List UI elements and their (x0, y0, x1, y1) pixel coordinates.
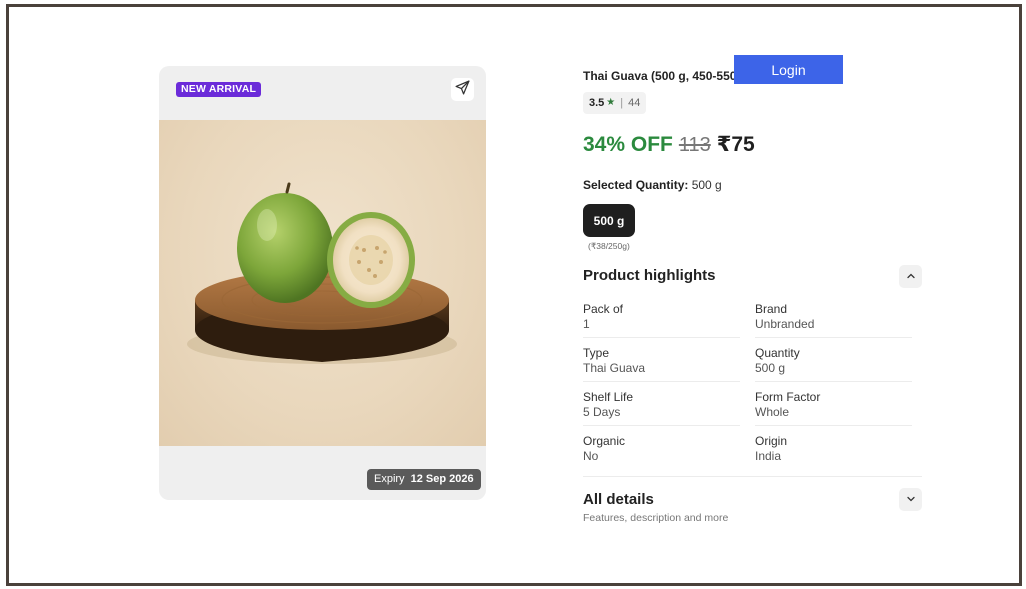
highlight-item: Origin India (755, 434, 912, 469)
highlight-value: Unbranded (755, 317, 815, 331)
highlight-value: 1 (583, 317, 590, 331)
share-icon (454, 79, 471, 101)
product-highlights-title: Product highlights (583, 267, 716, 284)
highlight-value: 500 g (755, 361, 786, 375)
highlight-label: Form Factor (755, 390, 821, 404)
chevron-up-icon (906, 268, 916, 286)
selected-quantity-value: 500 g (691, 178, 722, 192)
rating-count: 44 (628, 97, 641, 109)
highlight-item: Quantity 500 g (755, 346, 912, 382)
share-button[interactable] (451, 78, 474, 101)
highlight-value: India (755, 449, 782, 463)
price-row: 34% OFF 113 ₹75 (583, 132, 755, 157)
rating-separator: | (620, 97, 624, 109)
rating-badge[interactable]: 3.5 ★ | 44 (583, 92, 647, 114)
highlight-item: Brand Unbranded (755, 302, 912, 338)
highlight-value: Whole (755, 405, 790, 419)
selling-price: ₹75 (716, 133, 755, 156)
mrp-price: 113 (678, 134, 711, 156)
highlight-label: Organic (583, 434, 626, 448)
expiry-label: Expiry (374, 473, 405, 485)
highlights-collapse-button[interactable] (899, 265, 922, 288)
new-arrival-badge: NEW ARRIVAL (176, 82, 262, 97)
highlight-label: Quantity (755, 346, 800, 360)
selected-quantity: Selected Quantity: 500 g (583, 178, 722, 192)
login-button[interactable]: Login (734, 55, 843, 84)
selected-quantity-label: Selected Quantity: (583, 178, 689, 192)
highlight-label: Origin (755, 434, 788, 448)
highlight-item: Pack of 1 (583, 302, 740, 338)
quantity-option-500g[interactable]: 500 g (583, 204, 635, 237)
all-details-subtitle: Features, description and more (583, 512, 729, 524)
star-icon: ★ (606, 97, 616, 108)
expiry-date: 12 Sep 2026 (410, 473, 474, 485)
product-image[interactable] (159, 120, 486, 446)
product-media-card: NEW ARRIVAL Expiry 12 Sep 2026 (159, 66, 486, 500)
product-title: Thai Guava (500 g, 450-550 (583, 69, 737, 83)
highlight-value: 5 Days (583, 405, 621, 419)
highlight-value: No (583, 449, 599, 463)
expiry-badge: Expiry 12 Sep 2026 (367, 469, 481, 490)
highlight-value: Thai Guava (583, 361, 646, 375)
section-divider (583, 476, 922, 477)
highlight-item: Shelf Life 5 Days (583, 390, 740, 426)
highlight-item: Form Factor Whole (755, 390, 912, 426)
highlight-label: Brand (755, 302, 788, 316)
guava-illustration (187, 182, 457, 364)
discount-label: 34% OFF (583, 133, 673, 156)
all-details-title[interactable]: All details (583, 491, 654, 508)
highlight-item: Type Thai Guava (583, 346, 740, 382)
unit-price: (₹38/250g) (588, 241, 630, 251)
highlight-label: Pack of (583, 302, 624, 316)
highlight-label: Shelf Life (583, 390, 634, 404)
highlight-label: Type (583, 346, 610, 360)
rating-score: 3.5 (589, 97, 605, 109)
all-details-expand-button[interactable] (899, 488, 922, 511)
chevron-down-icon (906, 491, 916, 509)
highlight-item: Organic No (583, 434, 740, 469)
